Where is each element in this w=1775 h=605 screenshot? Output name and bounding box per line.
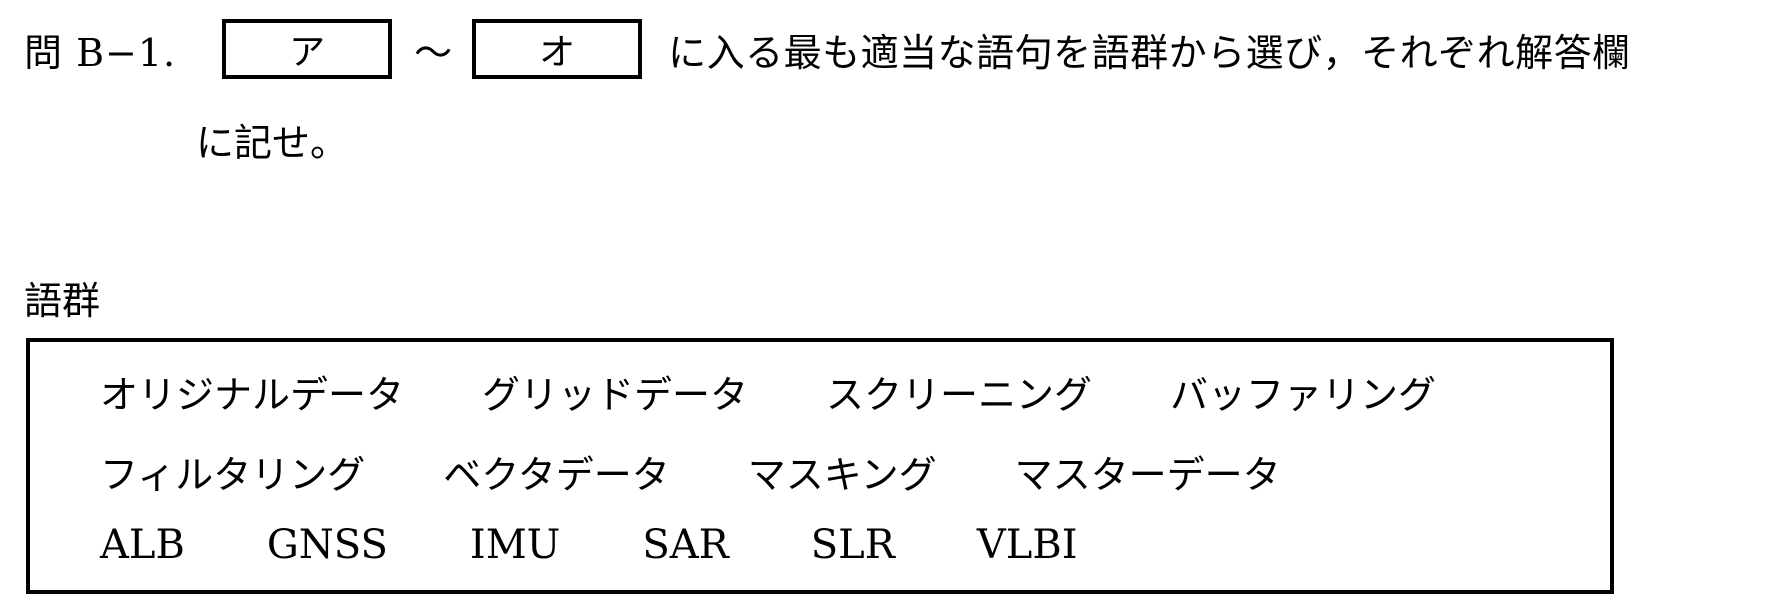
word-bank-box: オリジナルデータ グリッドデータ スクリーニング バッファリング フィルタリング… bbox=[26, 338, 1614, 594]
blank-box-a: ア bbox=[222, 19, 393, 79]
term-masking: マスキング bbox=[747, 453, 937, 497]
term-screening: スクリーニング bbox=[826, 373, 1093, 417]
range-tilde: 〜 bbox=[414, 30, 453, 75]
term-master-data: マスターデータ bbox=[1014, 453, 1281, 497]
blank-box-o-label: オ bbox=[539, 32, 576, 73]
question-text-line2: に記せ。 bbox=[196, 121, 349, 165]
question-number: 問 B−1. bbox=[24, 30, 177, 75]
word-bank-title: 語群 bbox=[24, 279, 101, 323]
blank-box-a-label: ア bbox=[289, 32, 326, 73]
term-imu: IMU bbox=[469, 522, 561, 568]
term-vector-data: ベクタデータ bbox=[443, 453, 670, 497]
term-grid-data: グリッドデータ bbox=[482, 373, 749, 417]
term-original-data: オリジナルデータ bbox=[100, 373, 405, 417]
term-alb: ALB bbox=[100, 522, 185, 568]
term-buffering: バッファリング bbox=[1170, 373, 1437, 417]
term-sar: SAR bbox=[642, 522, 729, 568]
word-bank-row-1: オリジナルデータ グリッドデータ スクリーニング バッファリング bbox=[100, 364, 1436, 419]
term-slr: SLR bbox=[810, 522, 895, 568]
question-line: 問 B−1. ア 〜 オ に入る最も適当な語句を語群から選び，それぞれ解答欄 bbox=[24, 12, 1631, 86]
term-filtering: フィルタリング bbox=[100, 453, 366, 497]
term-gnss: GNSS bbox=[266, 522, 388, 568]
question-text-line1: に入る最も適当な語句を語群から選び，それぞれ解答欄 bbox=[668, 30, 1631, 75]
term-vlbi: VLBI bbox=[976, 522, 1078, 568]
blank-box-o: オ bbox=[472, 19, 643, 79]
word-bank-row-2: フィルタリング ベクタデータ マスキング マスターデータ bbox=[100, 444, 1281, 499]
word-bank-row-3: ALB GNSS IMU SAR SLR VLBI bbox=[100, 522, 1078, 568]
